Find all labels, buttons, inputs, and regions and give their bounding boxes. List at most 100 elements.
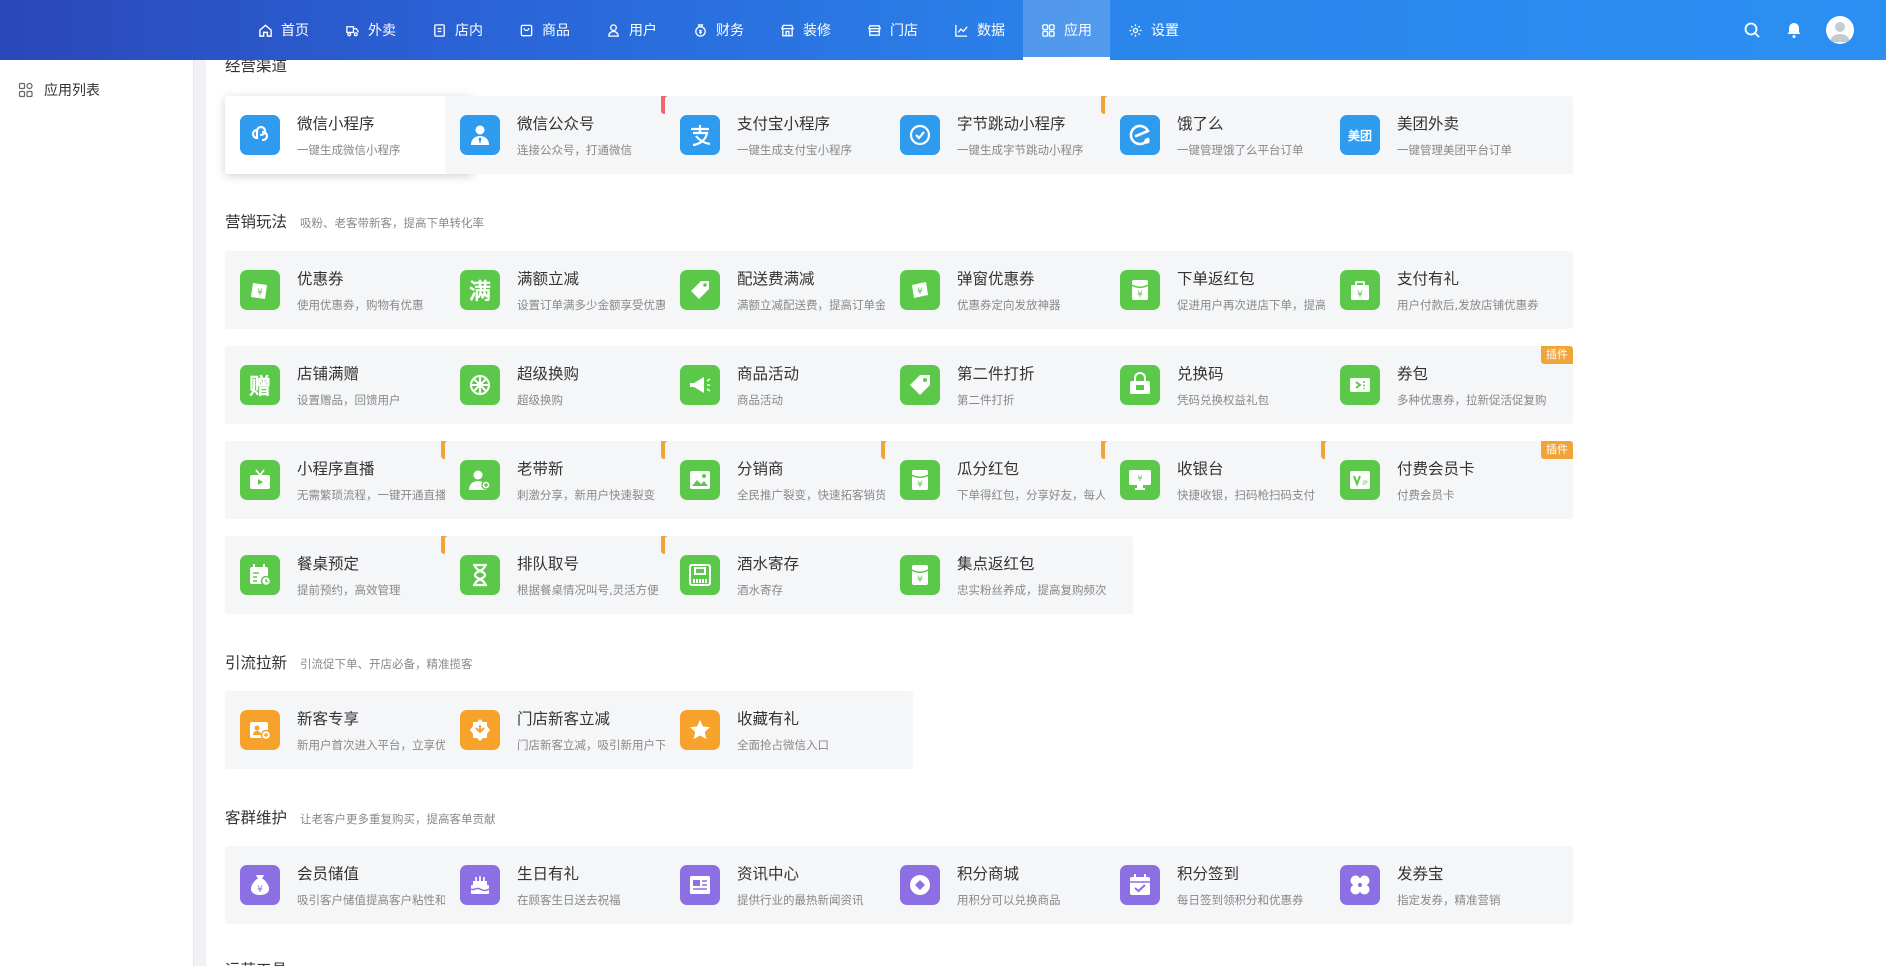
section-title: 营销玩法 吸粉、老客带新客，提高下单转化率 bbox=[225, 210, 484, 232]
clover-icon bbox=[1340, 865, 1380, 905]
nav-finance[interactable]: 财务 bbox=[675, 0, 762, 60]
app-card[interactable]: 排队取号根据餐桌情况叫号,灵活方便插件 bbox=[445, 536, 693, 614]
svg-text:¥: ¥ bbox=[1137, 474, 1142, 483]
nav-label: 设置 bbox=[1151, 23, 1179, 39]
app-card[interactable]: 赠 店铺满赠 设置赠品，回馈用户 bbox=[225, 346, 473, 424]
app-card[interactable]: ¥ 弹窗优惠券 优惠券定向发放神器 bbox=[885, 251, 1133, 329]
app-card[interactable]: 饿了么 一键管理饿了么平台订单 bbox=[1105, 96, 1353, 174]
dine-in-icon bbox=[434, 23, 445, 37]
app-card-desc: 快捷收银，扫码枪扫码支付 bbox=[1177, 488, 1315, 502]
sidebar-item-app-list[interactable]: 应用列表 bbox=[0, 76, 193, 104]
app-card-name: 集点返红包 bbox=[957, 555, 1035, 573]
app-card-desc: 吸引客户储值提高客户粘性和复购 bbox=[297, 893, 465, 907]
app-card-desc: 设置赠品，回馈用户 bbox=[297, 393, 401, 407]
app-card[interactable]: 积分签到 每日签到领积分和优惠券 bbox=[1105, 846, 1353, 924]
nav-home[interactable]: 首页 bbox=[240, 0, 327, 60]
section-heading: 引流拉新 bbox=[225, 654, 288, 672]
app-card-name: 店铺满赠 bbox=[297, 365, 360, 383]
nav-user[interactable]: 用户 bbox=[588, 0, 675, 60]
app-card-name: 配送费满减 bbox=[737, 270, 815, 288]
app-card-desc: 一键生成微信小程序 bbox=[297, 143, 401, 157]
app-card[interactable]: ¥ 集点返红包 忠实粉丝养成，提高复购频次 bbox=[885, 536, 1133, 614]
apps-icon bbox=[1042, 23, 1055, 37]
app-card[interactable]: 分销商全民推广裂变，快速拓客销货插件 bbox=[665, 441, 913, 519]
full-reduction-icon: 满 bbox=[460, 270, 500, 310]
vip-card-icon: IP bbox=[1340, 460, 1380, 500]
app-card-name: 支付有礼 bbox=[1397, 270, 1460, 288]
app-card-desc: 付费会员卡 bbox=[1397, 488, 1455, 502]
mini-program-icon bbox=[240, 115, 280, 155]
bell-icon[interactable] bbox=[1784, 20, 1804, 40]
app-card[interactable]: 积分商城 用积分可以兑换商品 bbox=[885, 846, 1133, 924]
app-card-name: 收藏有礼 bbox=[737, 710, 800, 728]
app-card[interactable]: ¥ 会员储值 吸引客户储值提高客户粘性和复购 bbox=[225, 846, 473, 924]
app-card[interactable]: ¥瓜分红包下单得红包，分享好友，每人都有插件 bbox=[885, 441, 1133, 519]
app-card[interactable]: 小程序直播无需繁琐流程，一键开通直播插件 bbox=[225, 441, 473, 519]
app-card[interactable]: 券包 多种优惠券，拉新促活促复购 插件 bbox=[1325, 346, 1573, 424]
new-customer-icon bbox=[240, 710, 280, 750]
app-card[interactable]: 美团 美团外卖 一键管理美团平台订单 bbox=[1325, 96, 1573, 174]
referral-icon bbox=[460, 460, 500, 500]
app-card[interactable]: 兑换码凭码兑换权益礼包 bbox=[1105, 346, 1353, 424]
nav-data[interactable]: 数据 bbox=[936, 0, 1023, 60]
app-card[interactable]: ¥ 下单返红包 促进用户再次进店下单，提高复购 bbox=[1105, 251, 1353, 329]
app-card[interactable]: ¥ 支付有礼 用户付款后,发放店铺优惠券 bbox=[1325, 251, 1573, 329]
app-card[interactable]: 餐桌预定提前预约，高效管理插件 bbox=[225, 536, 473, 614]
app-card[interactable]: 门店新客立减 门店新客立减，吸引新用户下单 bbox=[445, 691, 693, 769]
nav-delivery[interactable]: 外卖 bbox=[327, 0, 414, 60]
avatar[interactable] bbox=[1826, 16, 1854, 44]
app-card[interactable]: 配送费满减满额立减配送费，提高订单金额 bbox=[665, 251, 913, 329]
discount-tag-icon bbox=[900, 365, 940, 405]
alipay-icon bbox=[680, 115, 720, 155]
app-card[interactable]: 满 满额立减 设置订单满多少金额享受优惠 bbox=[445, 251, 693, 329]
app-card-name: 生日有礼 bbox=[517, 865, 580, 883]
app-card-desc: 一键管理美团平台订单 bbox=[1397, 143, 1512, 157]
app-card[interactable]: 支付宝小程序 一键生成支付宝小程序 bbox=[665, 96, 913, 174]
app-card[interactable]: ¥ 优惠券 使用优惠券，购物有优惠 bbox=[225, 251, 473, 329]
app-card[interactable]: 老带新刺激分享，新用户快速裂变插件 bbox=[445, 441, 693, 519]
search-icon[interactable] bbox=[1742, 20, 1762, 40]
nav-label: 财务 bbox=[716, 23, 744, 39]
bytedance-icon bbox=[900, 115, 940, 155]
points-packet-icon: ¥ bbox=[900, 555, 940, 595]
app-card[interactable]: 新客专享 新用户首次进入平台，立享优惠 bbox=[225, 691, 473, 769]
app-card-desc: 一键管理饿了么平台订单 bbox=[1177, 143, 1304, 157]
official-account-icon bbox=[460, 115, 500, 155]
main-content: 经营渠道 营销玩法 吸粉、老客带新客，提高下单转化率 引流拉新 引流促下单、开店… bbox=[206, 60, 1886, 966]
app-card-name: 微信小程序 bbox=[297, 115, 375, 133]
nav-store[interactable]: 门店 bbox=[849, 0, 936, 60]
app-card-name: 券包 bbox=[1397, 365, 1429, 383]
app-card[interactable]: 酒水寄存 酒水寄存 bbox=[665, 536, 913, 614]
app-card[interactable]: 微信公众号连接公众号，打通微信最新 bbox=[445, 96, 693, 174]
nav-goods[interactable]: 商品 bbox=[501, 0, 588, 60]
app-card[interactable]: 微信小程序一键生成微信小程序 bbox=[225, 96, 473, 174]
apps-grid-icon bbox=[18, 82, 33, 98]
coupon-pack-icon bbox=[1340, 365, 1380, 405]
calendar-check-icon bbox=[1120, 865, 1160, 905]
app-card[interactable]: 字节跳动小程序一键生成字节跳动小程序插件 bbox=[885, 96, 1133, 174]
nav-apps[interactable]: 应用 bbox=[1023, 0, 1110, 60]
settings-icon bbox=[1129, 23, 1142, 37]
app-card-desc: 满额立减配送费，提高订单金额 bbox=[737, 298, 898, 312]
nav-decoration[interactable]: 装修 bbox=[762, 0, 849, 60]
points-mall-icon bbox=[900, 865, 940, 905]
nav-label: 商品 bbox=[542, 23, 570, 39]
app-card[interactable]: IP 付费会员卡 付费会员卡 插件 bbox=[1325, 441, 1573, 519]
app-card-desc: 凭码兑换权益礼包 bbox=[1177, 393, 1269, 407]
app-card[interactable]: 资讯中心 提供行业的最热新闻资讯 bbox=[665, 846, 913, 924]
app-card[interactable]: 生日有礼 在顾客生日送去祝福 bbox=[445, 846, 693, 924]
app-card[interactable]: 发券宝 指定发券，精准营销 bbox=[1325, 846, 1573, 924]
app-card[interactable]: ¥收银台快捷收银，扫码枪扫码支付插件 bbox=[1105, 441, 1353, 519]
app-card[interactable]: 收藏有礼 全面抢占微信入口 bbox=[665, 691, 913, 769]
app-card-name: 兑换码 bbox=[1177, 365, 1224, 383]
app-card[interactable]: 商品活动 商品活动 bbox=[665, 346, 913, 424]
nav-settings[interactable]: 设置 bbox=[1110, 0, 1197, 60]
app-card[interactable]: 第二件打折 第二件打折 bbox=[885, 346, 1133, 424]
app-card-name: 分销商 bbox=[737, 460, 784, 478]
app-card[interactable]: 超级换购 超级换购 bbox=[445, 346, 693, 424]
svg-text:¥: ¥ bbox=[917, 480, 923, 490]
storage-icon bbox=[680, 555, 720, 595]
nav-label: 用户 bbox=[629, 23, 657, 39]
app-card-desc: 连接公众号，打通微信 bbox=[517, 143, 632, 157]
nav-dine-in[interactable]: 店内 bbox=[414, 0, 501, 60]
